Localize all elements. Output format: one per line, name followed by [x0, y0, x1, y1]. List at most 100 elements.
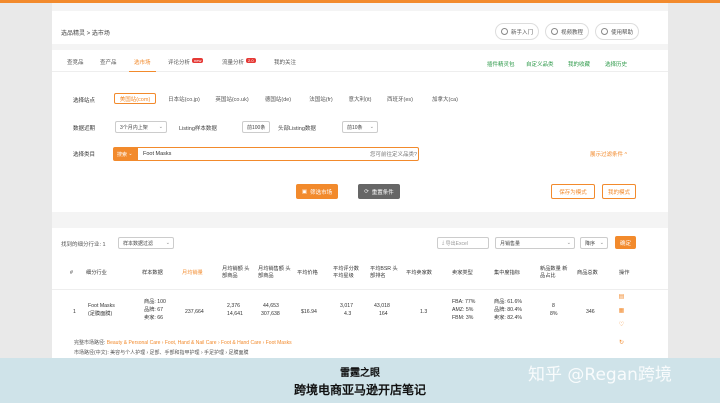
sample-brands: 品牌: 67: [144, 307, 164, 313]
app-page: 选品精灵 > 选市场 新手入门 视频教程 使用帮助 查竞品 查产品 选市场 评论…: [52, 3, 668, 403]
col-monthly-sales[interactable]: 月均销量: [182, 270, 203, 277]
chevron-down-icon: ⌄: [369, 124, 374, 130]
col-monthly-units[interactable]: 月均销额 头部商品: [222, 266, 250, 280]
book-icon: [500, 28, 508, 35]
site-uk[interactable]: 英国站(co.uk): [211, 93, 253, 104]
sample-filter-value: 样本数据过滤: [123, 240, 154, 247]
sort-field-select[interactable]: 月销售量 ⌄: [495, 237, 575, 249]
result-count: 找到的细分行业: 1: [61, 242, 106, 248]
head-listing-label: 头部Listing数据: [278, 126, 316, 132]
sample-filter-select[interactable]: 样本数据过滤 ⌄: [118, 237, 174, 249]
col-index: #: [70, 270, 73, 276]
confirm-button[interactable]: 确定: [615, 236, 636, 249]
version-badge: 2.0: [246, 58, 256, 63]
monthly-revenue-sub: 307,638: [261, 311, 280, 317]
tab-review-analysis[interactable]: 评论分析 new: [168, 58, 204, 66]
chevron-up-icon: ^: [624, 152, 628, 158]
monthly-units: 2,376: [227, 303, 240, 309]
chevron-down-icon: ⌄: [165, 240, 170, 246]
col-total[interactable]: 商品总数: [577, 270, 598, 277]
seller-type-fba: FBA: 77%: [452, 299, 476, 305]
period-value: 3个月内上架: [120, 124, 148, 131]
history-link[interactable]: 选择历史: [605, 60, 627, 68]
head-listing-select[interactable]: 前10条 ⌄: [342, 121, 378, 133]
category-type-value: 搜索: [117, 151, 128, 158]
site-us[interactable]: 美国站(com): [114, 93, 156, 104]
site-es[interactable]: 西班牙(es): [382, 93, 418, 104]
col-new-products[interactable]: 新品数量 新品占比: [540, 266, 568, 280]
custom-category-link[interactable]: 自定义品类: [526, 60, 554, 68]
col-reviews[interactable]: 平均评分数 平均星级: [333, 266, 365, 280]
col-actions: 操作: [619, 270, 630, 276]
concentration-sellers: 卖家: 82.4%: [494, 315, 522, 321]
col-sellers[interactable]: 平均卖家数: [406, 270, 432, 277]
avg-bsr-sub: 164: [379, 311, 388, 317]
monthly-units-sub: 14,641: [227, 311, 243, 317]
breadcrumb: 选品精灵 > 选市场: [61, 31, 110, 37]
sample-products: 商品: 100: [144, 299, 166, 305]
beginner-guide-button[interactable]: 新手入门: [495, 23, 539, 40]
video-tutorial-label: 视频教程: [560, 29, 583, 36]
sample-sellers: 卖家: 66: [144, 315, 164, 321]
col-concentration[interactable]: 集中度指标: [494, 270, 520, 277]
advanced-toggle[interactable]: 展示过滤条件 ^: [590, 150, 627, 158]
tab-products[interactable]: 查产品: [100, 58, 117, 66]
listing-sample-label: Listing样本数据: [179, 126, 217, 132]
site-it[interactable]: 意大利(it): [344, 93, 376, 104]
seller-type-amz: AMZ: 5%: [452, 307, 474, 313]
tab-traffic-analysis[interactable]: 流量分析 2.0: [222, 58, 256, 66]
site-fr[interactable]: 法国站(fr): [303, 93, 339, 104]
export-label: 导出Excel: [445, 240, 468, 247]
concentration-brands: 品牌: 80.4%: [494, 307, 522, 313]
category-type-select[interactable]: 搜索 ⌄: [114, 148, 138, 160]
reset-button[interactable]: ⟳ 重置条件: [358, 184, 400, 199]
col-avg-price[interactable]: 平均价格: [297, 270, 318, 277]
reset-label: 重置条件: [371, 189, 394, 196]
custom-category-hint[interactable]: 您可前往定义品类?: [370, 150, 417, 158]
site-de[interactable]: 德国站(de): [259, 93, 297, 104]
filter-market-button[interactable]: ▣ 筛选市场: [296, 184, 338, 199]
save-mode-button[interactable]: 保存为模式: [551, 184, 595, 199]
col-market[interactable]: 细分行业: [86, 270, 107, 277]
avg-stars: 4.3: [344, 311, 352, 317]
tab-following[interactable]: 我的关注: [274, 58, 296, 66]
total-products: 346: [586, 309, 595, 315]
col-seller-type[interactable]: 卖家类型: [452, 270, 473, 277]
col-sample[interactable]: 样本数据: [142, 270, 163, 277]
beginner-guide-label: 新手入门: [510, 29, 533, 36]
new-count: 8: [552, 303, 555, 309]
header-card: 选品精灵 > 选市场 新手入门 视频教程 使用帮助: [52, 11, 668, 44]
refresh-icon: ⟳: [364, 188, 369, 195]
keyword-input[interactable]: Foot Masks: [143, 151, 171, 157]
tab-market[interactable]: 选市场: [129, 58, 156, 72]
refresh-icon[interactable]: ↻: [618, 340, 625, 347]
site-jp[interactable]: 日本站(co.jp): [162, 93, 206, 104]
filter-market-label: 筛选市场: [310, 189, 333, 196]
col-bsr[interactable]: 平均BSR 头部排名: [370, 266, 400, 280]
favorites-link[interactable]: 我的收藏: [568, 60, 590, 68]
seller-type-fbm: FBM: 3%: [452, 315, 474, 321]
plugin-link[interactable]: 插件精灵包: [487, 60, 515, 68]
market-name[interactable]: Foot Masks: [88, 302, 115, 310]
export-excel-button[interactable]: ⤓ 导出Excel: [437, 237, 489, 249]
col-monthly-revenue[interactable]: 月均销售额 头部商品: [258, 266, 292, 280]
new-ratio: 8%: [550, 311, 558, 317]
period-select[interactable]: 3个月内上架 ⌄: [115, 121, 167, 133]
listing-sample-select[interactable]: 前100条: [242, 121, 270, 133]
category-label: 选择类目: [73, 152, 96, 158]
avg-price: $16.94: [301, 309, 317, 315]
site-ca[interactable]: 加拿大(ca): [424, 93, 466, 104]
category-path-value[interactable]: Beauty & Personal Care › Foot, Hand & Na…: [107, 340, 292, 346]
sort-order-select[interactable]: 降序 ⌄: [580, 237, 608, 249]
video-tutorial-button[interactable]: 视频教程: [545, 23, 589, 40]
my-modes-button[interactable]: 我的模式: [602, 184, 636, 199]
help-button[interactable]: 使用帮助: [595, 23, 639, 40]
favorite-heart-icon[interactable]: ♡: [618, 322, 625, 329]
detail-icon[interactable]: ▦: [618, 308, 625, 315]
table-header: # 细分行业 样本数据 月均销量 月均销额 头部商品 月均销售额 头部商品 平均…: [52, 264, 668, 290]
tab-competitors[interactable]: 查竞品: [67, 58, 84, 66]
concentration-products: 商品: 61.6%: [494, 299, 522, 305]
filter-icon: ▣: [301, 188, 308, 195]
chart-icon[interactable]: ▤: [618, 294, 625, 301]
listing-sample-value: 前100条: [247, 124, 266, 131]
